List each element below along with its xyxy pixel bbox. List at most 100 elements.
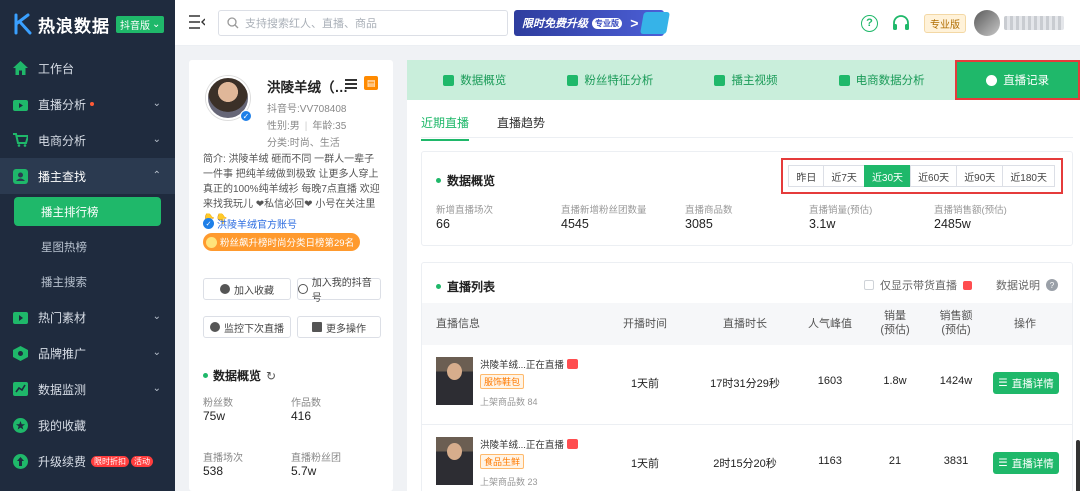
gender: 性别:男	[267, 121, 300, 132]
category: 分类:时尚、生活	[267, 138, 340, 149]
sidebar-item-hot-materials[interactable]: 热门素材 ⌄	[0, 299, 175, 335]
search-input[interactable]: 支持搜索红人、直播、商品	[218, 10, 508, 36]
live-thumbnail[interactable]	[436, 357, 473, 405]
streamer-name: 洪陵羊绒（…	[267, 80, 348, 95]
live-list-label: 直播列表	[447, 280, 496, 294]
category-tag: 服饰鞋包	[480, 374, 525, 389]
col-revenue: 销售额 (预估)	[939, 310, 973, 336]
qrcode-icon[interactable]	[345, 77, 357, 89]
rank-badge[interactable]: 粉丝飙升榜时尚分类日榜第29名	[203, 233, 361, 251]
sidebar-item-label: 品牌推广	[38, 346, 87, 361]
sales: 21	[888, 455, 902, 467]
main-panel: 数据概览 粉丝特征分析 播主视频 电商数据分析 直播记录 近期直播 直播趋势 数…	[407, 60, 1080, 491]
list-icon: ☰	[998, 377, 1008, 389]
gift-icon	[640, 12, 670, 34]
col-sales: 销量 (预估)	[880, 310, 910, 336]
sidebar-item-brand-promotion[interactable]: 品牌推广 ⌄	[0, 335, 175, 371]
tab-ecommerce-analysis[interactable]: 电商数据分析	[814, 60, 950, 100]
sidebar-item-label: 热门素材	[38, 310, 87, 325]
range-90d[interactable]: 近90天	[956, 165, 1004, 187]
live-overview-title: 数据概览	[436, 172, 495, 189]
help-icon[interactable]: ?	[861, 14, 878, 32]
live-detail-button[interactable]: ☰ 直播详情	[993, 372, 1059, 394]
scrollbar[interactable]	[1076, 440, 1080, 491]
sidebar: 热浪数据 抖音版 ⌄ 工作台 直播分析 ⌄ 电商分析 ⌄ 播主查找 ⌃ 播主排行榜…	[0, 0, 175, 491]
user-name-blurred[interactable]	[1004, 16, 1064, 30]
sidebar-item-upgrade[interactable]: 升级续费 限时折扣 活动	[0, 443, 175, 479]
promo-badge: 专业版	[592, 17, 622, 29]
tab-streamer-videos[interactable]: 播主视频	[678, 60, 814, 100]
monitor-next-live-button[interactable]: 监控下次直播	[203, 316, 291, 338]
sidebar-item-label: 播主查找	[38, 169, 87, 184]
shop-icon	[838, 74, 850, 86]
add-favorite-button[interactable]: 加入收藏	[203, 278, 291, 300]
metric-label: 直播商品数	[685, 205, 733, 216]
range-yesterday[interactable]: 昨日	[788, 165, 825, 187]
medal-icon	[206, 236, 217, 248]
only-goods-label[interactable]: 仅显示带货直播	[880, 277, 957, 293]
more-actions-label: 更多操作	[326, 323, 366, 335]
question-icon[interactable]: ?	[1046, 279, 1058, 291]
monitor-next-live-label: 监控下次直播	[224, 323, 284, 335]
brand-badge[interactable]: 抖音版 ⌄	[116, 15, 165, 33]
live-detail-label: 直播详情	[1011, 457, 1054, 470]
user-avatar[interactable]	[974, 10, 1000, 36]
sidebar-item-my-favorites[interactable]: 我的收藏	[0, 407, 175, 443]
upgrade-icon	[12, 453, 28, 469]
data-note-link[interactable]: 数据说明	[996, 277, 1040, 293]
col-live-info: 直播信息	[436, 318, 480, 330]
sidebar-item-workbench[interactable]: 工作台	[0, 50, 175, 86]
star-icon	[12, 417, 28, 433]
sidebar-item-ecommerce[interactable]: 电商分析 ⌄	[0, 122, 175, 158]
range-30d[interactable]: 近30天	[863, 165, 912, 187]
official-account[interactable]: ✓ 洪陵羊绒官方账号	[203, 216, 297, 231]
tab-data-overview[interactable]: 数据概览	[407, 60, 543, 100]
logo-icon	[14, 13, 32, 35]
range-60d[interactable]: 近60天	[910, 165, 958, 187]
add-to-my-account-button[interactable]: 加入我的抖音号	[297, 278, 381, 304]
sidebar-subitem-streamer-ranking[interactable]: 播主排行榜	[14, 197, 161, 226]
live-detail-button[interactable]: ☰ 直播详情	[993, 452, 1059, 474]
menu-toggle-icon[interactable]	[189, 15, 205, 29]
add-favorite-label: 加入收藏	[234, 285, 274, 297]
sidebar-item-label: 电商分析	[38, 133, 87, 148]
brand-name: 热浪数据	[38, 16, 110, 36]
promo-banner[interactable]: 限时免费升级 专业版 >	[514, 10, 670, 36]
logo[interactable]: 热浪数据 抖音版 ⌄	[0, 0, 175, 48]
sidebar-item-data-monitor[interactable]: 数据监测 ⌄	[0, 371, 175, 407]
tab-label: 电商数据分析	[855, 75, 925, 87]
only-goods-checkbox[interactable]	[864, 280, 874, 290]
chart-icon	[443, 74, 455, 86]
metric-value: 3.1w	[809, 217, 836, 231]
tab-live-records[interactable]: 直播记录	[955, 60, 1080, 100]
headset-icon[interactable]	[892, 14, 910, 32]
stat-label: 直播粉丝团	[291, 453, 341, 464]
shop-icon[interactable]: ▤	[364, 76, 378, 90]
refresh-icon[interactable]: ↻	[266, 369, 276, 383]
live-thumbnail[interactable]	[436, 437, 473, 485]
douyin-id: 抖音号:VV708408	[267, 104, 347, 115]
range-180d[interactable]: 近180天	[1002, 165, 1055, 187]
tab-fans-analysis[interactable]: 粉丝特征分析	[543, 60, 679, 100]
peak: 1603	[817, 375, 843, 387]
live-title[interactable]: 洪陵羊绒...正在直播	[480, 357, 578, 371]
divider	[421, 137, 1073, 138]
sidebar-subitem-star-hot[interactable]: 星图热榜	[0, 229, 175, 264]
live-title[interactable]: 洪陵羊绒...正在直播	[480, 437, 578, 451]
search-user-icon	[12, 168, 28, 184]
sidebar-item-streamer-search[interactable]: 播主查找 ⌃	[0, 158, 175, 194]
goods-count: 上架商品数 84	[480, 397, 538, 407]
stat-value: 75w	[203, 409, 226, 423]
sidebar-item-live-analysis[interactable]: 直播分析 ⌄	[0, 86, 175, 122]
more-actions-button[interactable]: 更多操作	[297, 316, 381, 338]
chevron-up-icon: ⌃	[152, 170, 161, 181]
clock-icon	[986, 74, 998, 86]
tab-label: 播主视频	[731, 75, 778, 87]
range-7d[interactable]: 近7天	[823, 165, 865, 187]
live-list-box: 直播列表 仅显示带货直播 数据说明 ? 直播信息 开播时间 直播时长 人气峰值 …	[421, 262, 1073, 491]
sidebar-subitem-streamer-search[interactable]: 播主搜索	[0, 264, 175, 299]
col-start-time: 开播时间	[623, 318, 667, 330]
live-detail-label: 直播详情	[1011, 377, 1054, 390]
duration: 2时15分20秒	[713, 458, 777, 470]
table-header: 直播信息 开播时间 直播时长 人气峰值 销量 (预估) 销售额 (预估) 操作	[422, 303, 1072, 345]
